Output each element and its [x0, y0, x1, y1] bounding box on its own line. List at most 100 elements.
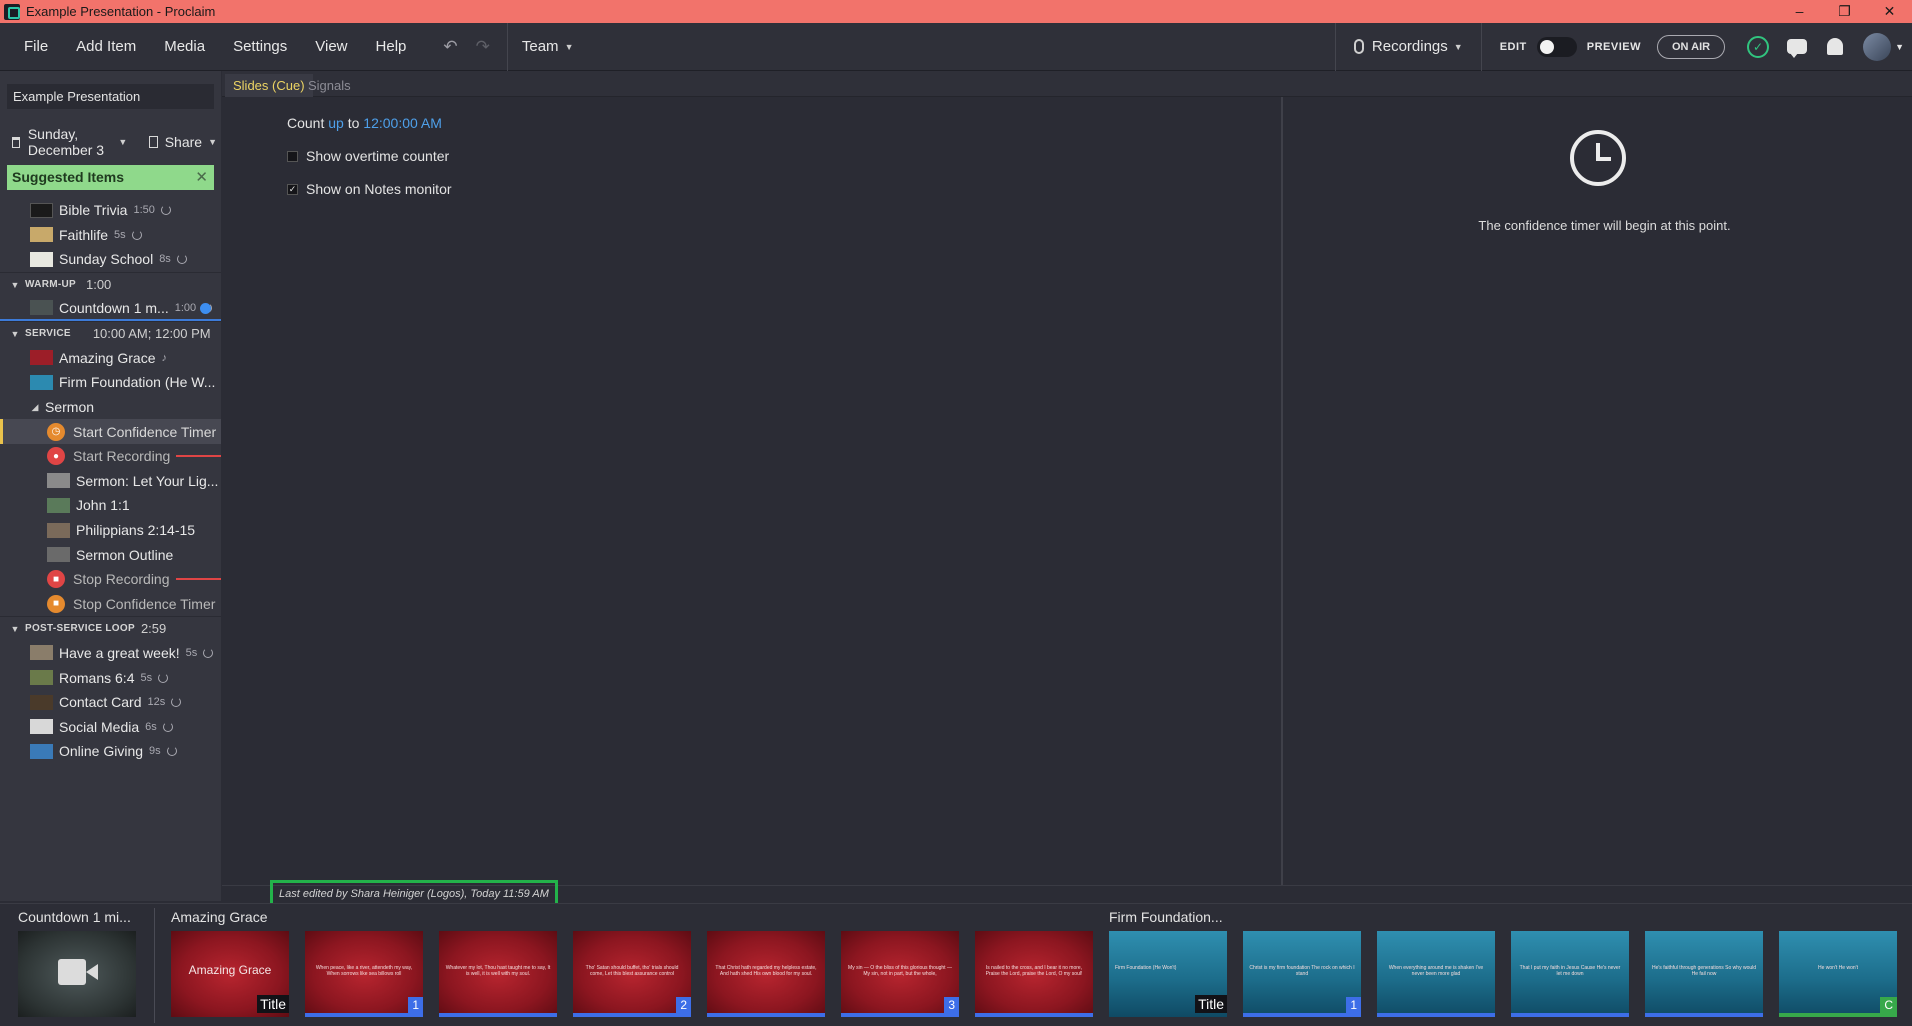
- list-item-stop-recording[interactable]: ■ Stop Recording: [0, 567, 221, 592]
- list-item[interactable]: Sermon: Let Your Lig...: [0, 469, 221, 494]
- check-circle-icon[interactable]: ✓: [1747, 35, 1770, 58]
- group-header-sermon[interactable]: ◢ Sermon: [0, 395, 221, 420]
- menu-help[interactable]: Help: [362, 38, 421, 55]
- slide-thumbnail[interactable]: My sin — O the bliss of this glorious th…: [841, 931, 959, 1017]
- chevron-down-icon[interactable]: ◢: [28, 402, 42, 413]
- slide-thumbnail[interactable]: He won't He won't C: [1779, 931, 1897, 1017]
- menu-media[interactable]: Media: [150, 38, 219, 55]
- overtime-row[interactable]: Show overtime counter: [287, 148, 449, 164]
- slide-thumbnail[interactable]: Whatever my lot, Thou hast taught me to …: [439, 931, 557, 1017]
- close-icon[interactable]: ✕: [195, 168, 208, 186]
- close-button[interactable]: ✕: [1867, 3, 1912, 20]
- loop-icon: [176, 254, 187, 265]
- clock-icon: [1570, 130, 1626, 186]
- list-item[interactable]: Romans 6:4 5s: [0, 665, 221, 690]
- slide-tag: Title: [257, 995, 289, 1013]
- edit-label: EDIT: [1499, 40, 1527, 53]
- list-item[interactable]: Philippians 2:14-15: [0, 518, 221, 543]
- edit-preview-toggle[interactable]: [1536, 36, 1577, 57]
- slide-thumbnail[interactable]: Tho' Satan should buffet, tho' trials sh…: [573, 931, 691, 1017]
- menu-add-item[interactable]: Add Item: [62, 38, 150, 55]
- recordings-dropdown[interactable]: Recordings ▼: [1334, 22, 1482, 71]
- slide-bar: [305, 1013, 423, 1017]
- notes-row[interactable]: ✓ Show on Notes monitor: [287, 181, 452, 197]
- microphone-icon: [1353, 39, 1364, 54]
- chevron-down-icon[interactable]: ▼: [8, 329, 22, 339]
- slide-thumbnail[interactable]: Firm Foundation (He Won't) Title: [1109, 931, 1227, 1017]
- list-item[interactable]: Sunday School 8s: [0, 247, 221, 272]
- menu-view[interactable]: View: [301, 38, 361, 55]
- presentation-title-field[interactable]: Example Presentation: [7, 84, 214, 109]
- list-item[interactable]: Online Giving 9s: [0, 739, 221, 764]
- slide-text: Whatever my lot, Thou hast taught me to …: [445, 965, 551, 977]
- avatar[interactable]: [1863, 32, 1892, 61]
- cue-line: [176, 455, 221, 458]
- chevron-down-icon[interactable]: ▼: [1895, 42, 1904, 52]
- notes-checkbox[interactable]: ✓: [287, 183, 298, 195]
- slide-thumbnail[interactable]: Christ is my firm foundation The rock on…: [1243, 931, 1361, 1017]
- slide-thumbnail[interactable]: That I put my faith in Jesus Cause He's …: [1511, 931, 1629, 1017]
- list-item[interactable]: John 1:1: [0, 493, 221, 518]
- play-icon[interactable]: [200, 303, 211, 315]
- on-air-button[interactable]: ON AIR: [1656, 34, 1726, 59]
- list-item[interactable]: Firm Foundation (He W... ·: [0, 370, 221, 395]
- list-item[interactable]: Sermon Outline: [0, 542, 221, 567]
- list-item[interactable]: Contact Card 12s: [0, 690, 221, 715]
- slide-thumbnail[interactable]: When peace, like a river, attendeth my w…: [305, 931, 423, 1017]
- slide-thumbnail[interactable]: Amazing Grace Title: [171, 931, 289, 1017]
- slide-thumbnail[interactable]: That Christ hath regarded my helpless es…: [707, 931, 825, 1017]
- overtime-label: Show overtime counter: [306, 148, 450, 164]
- undo-icon[interactable]: ↶: [434, 37, 466, 57]
- list-item[interactable]: Social Media 6s: [0, 714, 221, 739]
- list-item[interactable]: Faithlife 5s: [0, 223, 221, 248]
- countdown-video-slide[interactable]: [18, 931, 136, 1017]
- slide-bar: [1645, 1013, 1763, 1017]
- section-header-warm-up[interactable]: ▼ WARM-UP 1:00: [0, 271, 221, 297]
- group-label: Sermon: [45, 399, 95, 416]
- item-label: Romans 6:4: [59, 669, 135, 686]
- list-item-stop-confidence-timer[interactable]: ■ Stop Confidence Timer: [0, 592, 221, 617]
- item-label: Have a great week!: [59, 644, 180, 661]
- preview-label: PREVIEW: [1586, 40, 1641, 53]
- section-header-service[interactable]: ▼ SERVICE 10:00 AM; 12:00 PM: [0, 320, 221, 346]
- tab-signals[interactable]: Signals: [300, 74, 359, 97]
- overtime-checkbox[interactable]: [287, 150, 298, 162]
- suggested-items-banner[interactable]: Suggested Items ✕: [7, 165, 214, 190]
- share-button[interactable]: Share: [165, 134, 202, 150]
- count-direction-link[interactable]: up: [328, 115, 344, 131]
- list-item-start-recording[interactable]: ● Start Recording: [0, 444, 221, 469]
- restore-button[interactable]: ❐: [1822, 3, 1867, 20]
- menu-settings[interactable]: Settings: [219, 38, 301, 55]
- bell-icon[interactable]: [1827, 38, 1844, 55]
- title-bar: Example Presentation - Proclaim – ❐ ✕: [0, 0, 1912, 23]
- slide-text: Christ is my firm foundation The rock on…: [1249, 965, 1355, 977]
- slide-thumbnail[interactable]: Is nailed to the cross, and I bear it no…: [975, 931, 1093, 1017]
- slide-text: When everything around me is shaken I've…: [1388, 965, 1484, 977]
- list-item-start-confidence-timer[interactable]: ◷ Start Confidence Timer: [0, 419, 221, 444]
- slide-text: That I put my faith in Jesus Cause He's …: [1519, 965, 1621, 977]
- menu-file[interactable]: File: [10, 38, 62, 55]
- list-item[interactable]: Amazing Grace ♪: [0, 346, 221, 371]
- team-dropdown[interactable]: Team ▼: [506, 22, 588, 71]
- music-note-icon: ♪: [161, 351, 167, 364]
- loop-icon: [171, 697, 182, 708]
- slide-tag: 1: [408, 997, 423, 1013]
- minimize-button[interactable]: –: [1777, 3, 1822, 20]
- item-label: Social Media: [59, 718, 140, 735]
- chat-icon[interactable]: [1787, 39, 1808, 58]
- list-item[interactable]: Bible Trivia 1:50: [0, 198, 221, 223]
- chevron-down-icon[interactable]: ▼: [8, 624, 22, 634]
- team-label: Team: [521, 38, 559, 55]
- item-duration: 6s: [145, 720, 157, 733]
- date-dropdown[interactable]: Sunday, December 3: [28, 126, 113, 158]
- chevron-down-icon[interactable]: ▼: [8, 280, 22, 290]
- section-header-post-service-loop[interactable]: ▼ POST-SERVICE LOOP 2:59: [0, 616, 221, 641]
- list-item[interactable]: Countdown 1 m... 1:00: [0, 296, 221, 321]
- list-item[interactable]: Have a great week! 5s: [0, 641, 221, 666]
- redo-icon[interactable]: ↷: [467, 37, 499, 57]
- loop-icon: [131, 229, 142, 240]
- count-time-link[interactable]: 12:00:00 AM: [363, 115, 442, 131]
- proclaim-logo-icon: [4, 3, 20, 20]
- slide-thumbnail[interactable]: He's faithful through generations So why…: [1645, 931, 1763, 1017]
- slide-thumbnail[interactable]: When everything around me is shaken I've…: [1377, 931, 1495, 1017]
